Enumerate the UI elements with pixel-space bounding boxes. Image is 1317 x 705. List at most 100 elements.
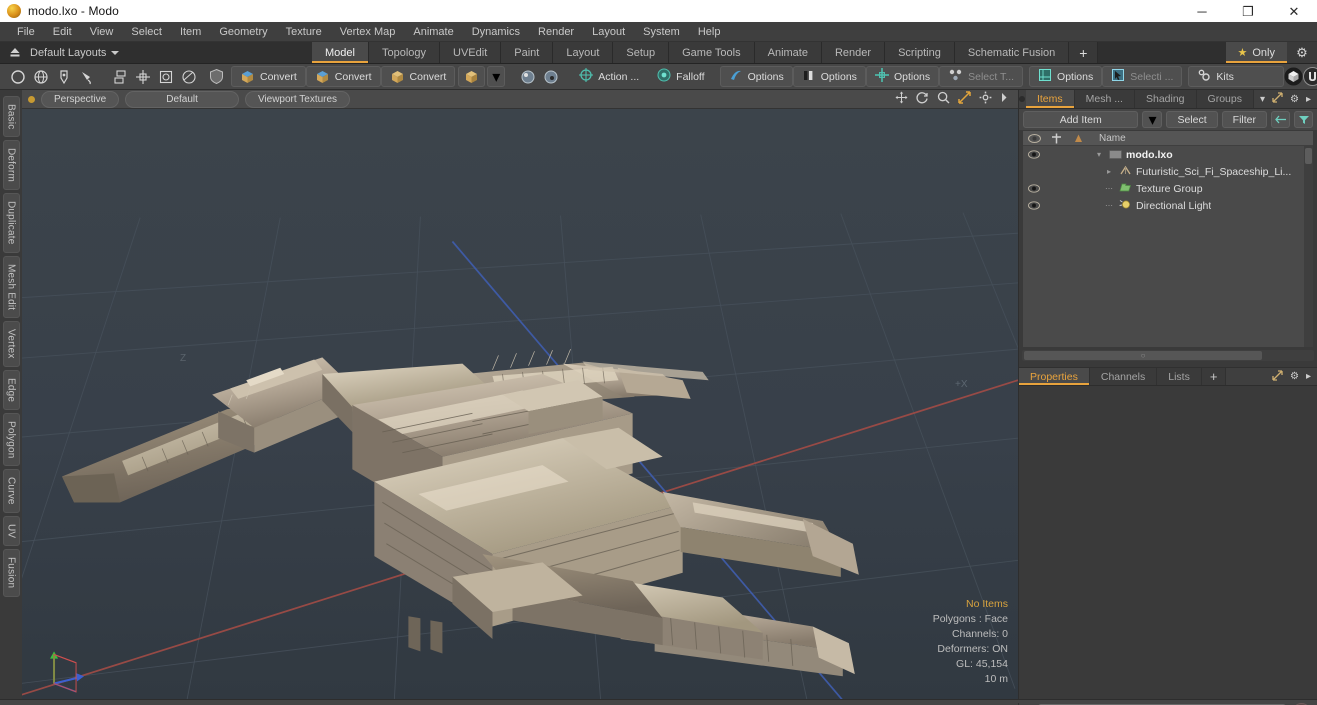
items-tree-hscroll-thumb[interactable]: ○	[1024, 351, 1262, 360]
items-tree-vscroll-thumb[interactable]	[1305, 148, 1312, 164]
tab-game-tools[interactable]: Game Tools	[669, 42, 755, 63]
close-button[interactable]: ✕	[1271, 0, 1317, 22]
panel-chevron-icon[interactable]: ▸	[1306, 94, 1311, 105]
menu-animate[interactable]: Animate	[404, 22, 462, 42]
fit-icon[interactable]	[958, 91, 971, 107]
layout-collapse-icon[interactable]	[6, 45, 24, 61]
square-dot-icon[interactable]	[155, 66, 176, 87]
cube-stack-icon[interactable]	[109, 66, 130, 87]
sphere-icon[interactable]	[178, 66, 199, 87]
sidebar-tab-mesh-edit[interactable]: Mesh Edit	[2, 255, 20, 319]
panel-menu-dot[interactable]	[1019, 90, 1026, 108]
only-toggle-button[interactable]: ★ Only	[1225, 42, 1287, 63]
sidebar-tab-basic[interactable]: Basic	[2, 96, 20, 138]
cube-dropdown-button[interactable]	[458, 66, 486, 87]
props-chevron-icon[interactable]: ▸	[1306, 371, 1311, 382]
menu-geometry[interactable]: Geometry	[210, 22, 276, 42]
sidebar-tab-fusion[interactable]: Fusion	[2, 549, 20, 597]
tab-overflow-caret-icon[interactable]: ▾	[1260, 94, 1265, 105]
table-row[interactable]: ▸ Futuristic_Sci_Fi_Spaceship_Li...	[1023, 163, 1313, 180]
tab-lists[interactable]: Lists	[1157, 368, 1202, 385]
kits-button[interactable]: Kits	[1188, 66, 1285, 87]
menu-texture[interactable]: Texture	[277, 22, 331, 42]
menu-view[interactable]: View	[81, 22, 123, 42]
filter-button[interactable]: Filter	[1221, 111, 1267, 128]
tab-mesh[interactable]: Mesh ...	[1074, 90, 1135, 108]
add-item-caret-icon[interactable]: ▾	[1142, 111, 1163, 129]
items-tree-hscrollbar[interactable]: ○	[1022, 350, 1314, 361]
tree-expander-0[interactable]: ▾	[1093, 150, 1105, 159]
funnel-icon[interactable]	[1294, 111, 1313, 128]
minimize-button[interactable]: ─	[1179, 0, 1225, 22]
shading-preset-dropdown[interactable]: Default	[125, 90, 239, 108]
tab-properties[interactable]: Properties	[1019, 368, 1090, 385]
selection-set-button[interactable]: Selecti ...	[1102, 66, 1183, 87]
items-tree-vscrollbar[interactable]	[1304, 146, 1313, 347]
tab-render[interactable]: Render	[821, 42, 886, 63]
tab-animate[interactable]: Animate	[754, 42, 822, 63]
plus-box-icon[interactable]	[132, 66, 153, 87]
options-button-1[interactable]: Options	[719, 66, 793, 87]
cube-dropdown-caret-icon[interactable]: ▾	[487, 66, 506, 87]
menu-system[interactable]: System	[634, 22, 689, 42]
falloff-button[interactable]: Falloff	[648, 66, 713, 87]
row-eye-toggle-2[interactable]	[1023, 184, 1045, 193]
tab-topology[interactable]: Topology	[368, 42, 441, 63]
panel-gear-icon[interactable]: ⚙	[1290, 94, 1299, 105]
select-button[interactable]: Select	[1166, 111, 1218, 128]
row-name-cell-3[interactable]: ⋯ Directional Light	[1089, 199, 1313, 213]
tab-shading[interactable]: Shading	[1134, 90, 1197, 108]
sidebar-tab-duplicate[interactable]: Duplicate	[2, 193, 20, 253]
sidebar-tab-uv[interactable]: UV	[2, 516, 20, 547]
row-eye-toggle-0[interactable]	[1023, 150, 1045, 159]
pen-icon[interactable]	[53, 66, 74, 87]
falloff-brush-icon[interactable]	[76, 66, 97, 87]
rotate-icon[interactable]	[916, 91, 929, 107]
menu-item[interactable]: Item	[171, 22, 210, 42]
items-tree[interactable]: Name ▾ modo.lxo ▸ Futuristic_Sci_Fi_Spac…	[1022, 130, 1314, 348]
add-item-button[interactable]: Add Item	[1023, 111, 1139, 128]
props-expand-icon[interactable]	[1272, 369, 1283, 384]
expand-icon[interactable]	[1272, 92, 1283, 106]
viewport-menu-dot-icon[interactable]	[28, 95, 35, 103]
options-button-4[interactable]: Options	[1029, 66, 1103, 87]
menu-file[interactable]: File	[8, 22, 44, 42]
row-name-cell-0[interactable]: ▾ modo.lxo	[1089, 148, 1313, 162]
menu-layout[interactable]: Layout	[583, 22, 634, 42]
pan-icon[interactable]	[895, 91, 908, 107]
circle-icon[interactable]	[7, 66, 28, 87]
menu-dynamics[interactable]: Dynamics	[463, 22, 529, 42]
cube-badge-icon[interactable]	[1284, 66, 1303, 87]
toggle-left-icon[interactable]	[1271, 111, 1290, 128]
tab-items[interactable]: Items	[1025, 90, 1075, 108]
tab-setup[interactable]: Setup	[613, 42, 670, 63]
tab-paint[interactable]: Paint	[501, 42, 554, 63]
table-row[interactable]: ⋯ Texture Group	[1023, 180, 1313, 197]
row-name-cell-1[interactable]: ▸ Futuristic_Sci_Fi_Spaceship_Li...	[1089, 165, 1313, 179]
default-layouts-dropdown[interactable]: Default Layouts	[30, 47, 120, 59]
sidebar-tab-deform[interactable]: Deform	[2, 140, 20, 191]
items-tree-body[interactable]: ▾ modo.lxo ▸ Futuristic_Sci_Fi_Spaceship…	[1023, 146, 1313, 347]
tab-uvedit[interactable]: UVEdit	[440, 42, 502, 63]
menu-select[interactable]: Select	[122, 22, 171, 42]
sidebar-tab-polygon[interactable]: Polygon	[2, 412, 20, 467]
chevron-right-icon[interactable]	[1000, 92, 1008, 106]
sidebar-tab-vertex[interactable]: Vertex	[2, 321, 20, 367]
options-button-2[interactable]: Options	[792, 66, 866, 87]
menu-help[interactable]: Help	[689, 22, 730, 42]
tab-channels[interactable]: Channels	[1089, 368, 1158, 385]
options-button-3[interactable]: Options	[865, 66, 940, 87]
view-mode-dropdown[interactable]: Perspective	[41, 90, 120, 108]
tab-groups[interactable]: Groups	[1196, 90, 1254, 108]
add-tab-button[interactable]: +	[1069, 42, 1099, 63]
row-name-cell-2[interactable]: ⋯ Texture Group	[1089, 182, 1313, 196]
layout-gear-icon[interactable]: ⚙	[1287, 42, 1317, 63]
globe-icon[interactable]	[30, 66, 51, 87]
tab-schematic-fusion[interactable]: Schematic Fusion	[954, 42, 1070, 63]
sidebar-tab-curve[interactable]: Curve	[2, 469, 20, 514]
row-eye-toggle-3[interactable]	[1023, 201, 1045, 210]
table-row[interactable]: ⋯ Directional Light	[1023, 197, 1313, 214]
paint-ball-icon[interactable]	[517, 66, 538, 87]
tree-expander-1[interactable]: ▸	[1103, 167, 1115, 176]
sidebar-tab-edge[interactable]: Edge	[2, 369, 20, 410]
